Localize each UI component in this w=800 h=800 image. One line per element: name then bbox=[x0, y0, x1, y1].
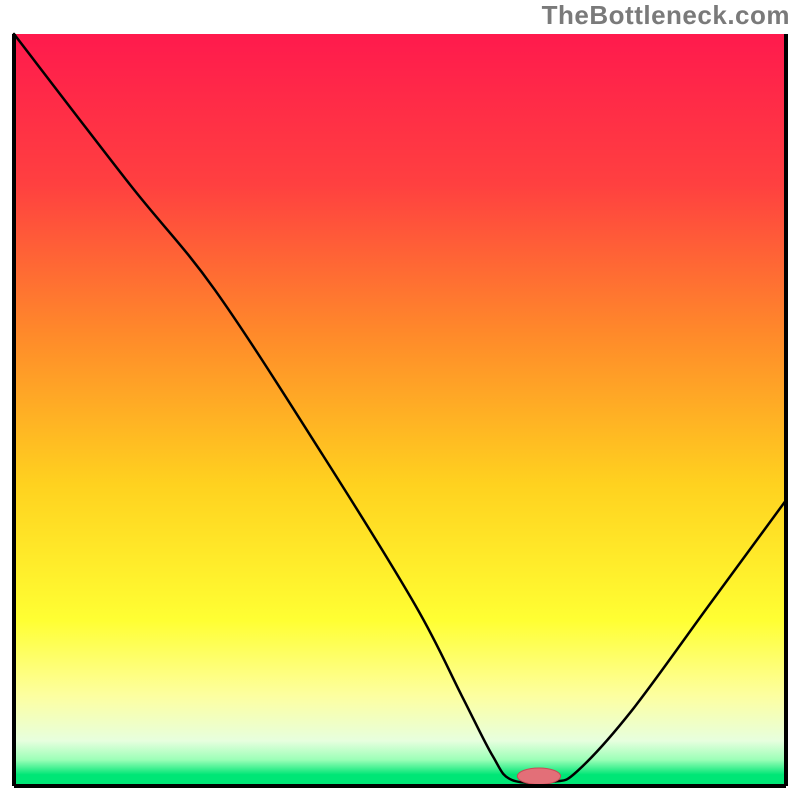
optimal-marker bbox=[517, 768, 560, 785]
plot-background bbox=[14, 34, 786, 786]
chart-canvas: TheBottleneck.com bbox=[0, 0, 800, 800]
watermark-text: TheBottleneck.com bbox=[542, 0, 790, 31]
bottleneck-plot bbox=[10, 30, 790, 790]
